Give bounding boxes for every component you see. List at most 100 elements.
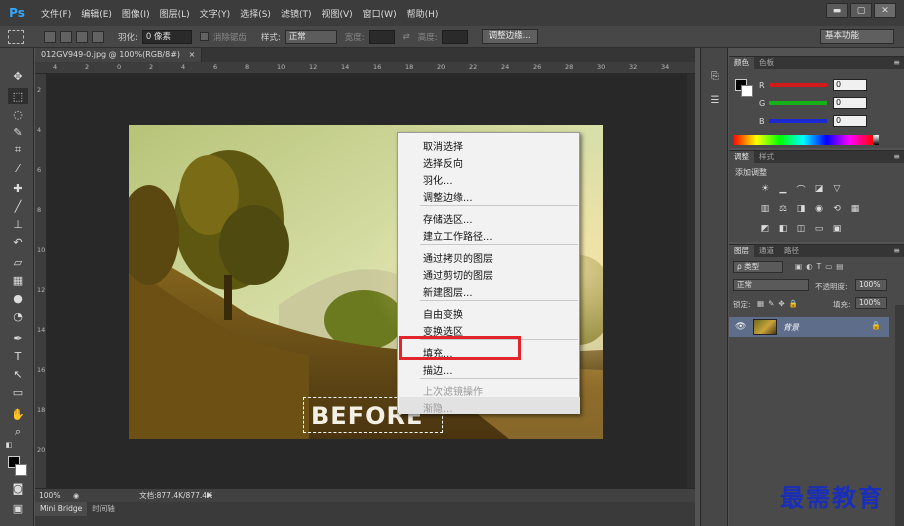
menu-filter[interactable]: 滤镜(T) <box>276 7 317 20</box>
menu-item-new-layer[interactable]: 新建图层... <box>423 284 473 299</box>
menu-item-layer-via-copy[interactable]: 通过拷贝的图层 <box>423 250 493 265</box>
tab-adjustments[interactable]: 调整 <box>729 151 754 163</box>
vibrance-icon[interactable]: ▽ <box>831 183 843 195</box>
menu-edit[interactable]: 编辑(E) <box>76 7 117 20</box>
marquee-preset-icon[interactable] <box>8 29 24 44</box>
new-selection-icon[interactable] <box>44 30 56 43</box>
tab-mini-bridge[interactable]: Mini Bridge <box>35 502 88 516</box>
refine-edge-button[interactable]: 调整边缘... <box>481 29 538 44</box>
menu-item-select-inverse[interactable]: 选择反向 <box>423 155 463 170</box>
menu-type[interactable]: 文字(Y) <box>195 7 236 20</box>
document-tab-close-icon[interactable]: × <box>189 50 196 59</box>
channel-mixer-icon[interactable]: ⟲ <box>831 203 843 215</box>
layer-row-background[interactable]: 👁 背景 🔒 <box>729 317 889 337</box>
tab-color[interactable]: 颜色 <box>729 57 754 69</box>
invert-icon[interactable]: ◩ <box>759 223 771 235</box>
tab-timeline[interactable]: 时间轴 <box>87 502 120 516</box>
lasso-tool-icon[interactable]: ◌ <box>8 106 28 122</box>
menu-item-layer-via-cut[interactable]: 通过剪切的图层 <box>423 267 493 282</box>
hand-tool-icon[interactable]: ✋ <box>8 406 28 422</box>
screen-mode-icon[interactable]: ▣ <box>8 500 28 516</box>
posterize-icon[interactable]: ◧ <box>777 223 789 235</box>
background-color-swatch[interactable] <box>15 464 27 476</box>
canvas-scrollbar[interactable] <box>687 74 695 488</box>
menu-item-make-work-path[interactable]: 建立工作路径... <box>423 228 493 243</box>
reset-colors-icon[interactable]: ◧ <box>4 440 14 450</box>
dodge-tool-icon[interactable]: ◔ <box>8 308 28 324</box>
document-tab[interactable]: 012GV949-0.jpg @ 100%(RGB/8#) × <box>35 48 203 62</box>
zoom-tool-icon[interactable]: ⌕ <box>8 424 28 440</box>
history-brush-tool-icon[interactable]: ↶ <box>8 234 28 250</box>
intersect-selection-icon[interactable] <box>92 30 104 43</box>
menu-image[interactable]: 图像(I) <box>117 7 155 20</box>
workspace-select[interactable]: 基本功能 <box>820 29 894 44</box>
color-balance-icon[interactable]: ⚖ <box>777 203 789 215</box>
eyedropper-tool-icon[interactable]: ⁄ <box>8 160 28 176</box>
photo-filter-icon[interactable]: ◉ <box>813 203 825 215</box>
color-spectrum[interactable] <box>733 135 873 145</box>
levels-icon[interactable]: ▁ <box>777 183 789 195</box>
history-panel-icon[interactable]: ⎘ <box>707 68 723 84</box>
menu-item-refine-edge[interactable]: 调整边缘... <box>423 189 473 204</box>
tab-styles[interactable]: 样式 <box>754 151 779 163</box>
layer-kind-filter[interactable]: ρ 类型 <box>733 261 783 273</box>
blue-value-input[interactable]: 0 <box>833 115 867 127</box>
color-lookup-icon[interactable]: ▦ <box>849 203 861 215</box>
pen-tool-icon[interactable]: ✒ <box>8 330 28 346</box>
properties-panel-icon[interactable]: ☰ <box>707 92 723 108</box>
blue-slider[interactable] <box>769 119 827 123</box>
height-input[interactable] <box>441 29 468 44</box>
brush-tool-icon[interactable]: ╱ <box>8 198 28 214</box>
menu-item-deselect[interactable]: 取消选择 <box>423 138 463 153</box>
subtract-selection-icon[interactable] <box>76 30 88 43</box>
tab-layers[interactable]: 图层 <box>729 245 754 257</box>
type-tool-icon[interactable]: T <box>8 348 28 364</box>
black-white-icon[interactable]: ◨ <box>795 203 807 215</box>
color-spectrum-bw[interactable] <box>873 135 879 145</box>
layer-name[interactable]: 背景 <box>783 322 799 333</box>
path-select-tool-icon[interactable]: ↖ <box>8 366 28 382</box>
threshold-icon[interactable]: ◫ <box>795 223 807 235</box>
menu-layer[interactable]: 图层(L) <box>155 7 195 20</box>
fill-input[interactable]: 100% <box>855 297 887 309</box>
eraser-tool-icon[interactable]: ▱ <box>8 254 28 270</box>
layer-filter-icons[interactable]: ▣◐T▭▤ <box>795 262 847 271</box>
selective-color-icon[interactable]: ▣ <box>831 223 843 235</box>
tab-paths[interactable]: 路径 <box>779 245 804 257</box>
hue-saturation-icon[interactable]: ▥ <box>759 203 771 215</box>
tab-channels[interactable]: 通道 <box>754 245 779 257</box>
layer-visibility-eye-icon[interactable]: 👁 <box>735 322 746 332</box>
swap-icon[interactable]: ⇄ <box>403 32 410 42</box>
exposure-icon[interactable]: ◪ <box>813 183 825 195</box>
tab-swatches[interactable]: 色板 <box>754 57 779 69</box>
close-button[interactable]: ✕ <box>874 3 896 18</box>
red-value-input[interactable]: 0 <box>833 79 867 91</box>
marquee-tool-icon[interactable]: ⬚ <box>8 88 28 104</box>
menu-view[interactable]: 视图(V) <box>316 7 357 20</box>
menu-select[interactable]: 选择(S) <box>235 7 276 20</box>
menu-window[interactable]: 窗口(W) <box>358 7 402 20</box>
gradient-tool-icon[interactable]: ▦ <box>8 272 28 288</box>
green-value-input[interactable]: 0 <box>833 97 867 109</box>
curves-icon[interactable]: ⌒ <box>795 183 807 196</box>
crop-tool-icon[interactable]: ⌗ <box>8 142 28 158</box>
style-select[interactable]: 正常 <box>284 29 337 44</box>
minimize-button[interactable]: ▬ <box>826 3 848 18</box>
gradient-map-icon[interactable]: ▭ <box>813 223 825 235</box>
green-slider[interactable] <box>769 101 827 105</box>
lock-icons[interactable]: ▦✎✥🔒 <box>757 299 802 308</box>
move-tool-icon[interactable]: ✥ <box>8 68 28 84</box>
red-slider[interactable] <box>769 83 827 87</box>
quick-mask-icon[interactable]: ◙ <box>8 480 28 496</box>
width-input[interactable] <box>368 29 395 44</box>
maximize-button[interactable]: ▢ <box>850 3 872 18</box>
menu-item-free-transform[interactable]: 自由变换 <box>423 306 463 321</box>
menu-item-feather[interactable]: 羽化... <box>423 172 453 187</box>
menu-file[interactable]: 文件(F) <box>36 7 76 20</box>
menu-help[interactable]: 帮助(H) <box>402 7 444 20</box>
shape-tool-icon[interactable]: ▭ <box>8 384 28 400</box>
opacity-input[interactable]: 100% <box>855 279 887 291</box>
zoom-level[interactable]: 100% <box>35 491 71 500</box>
stamp-tool-icon[interactable]: ⊥ <box>8 216 28 232</box>
status-menu-arrow-icon[interactable]: ▶ <box>207 491 212 499</box>
